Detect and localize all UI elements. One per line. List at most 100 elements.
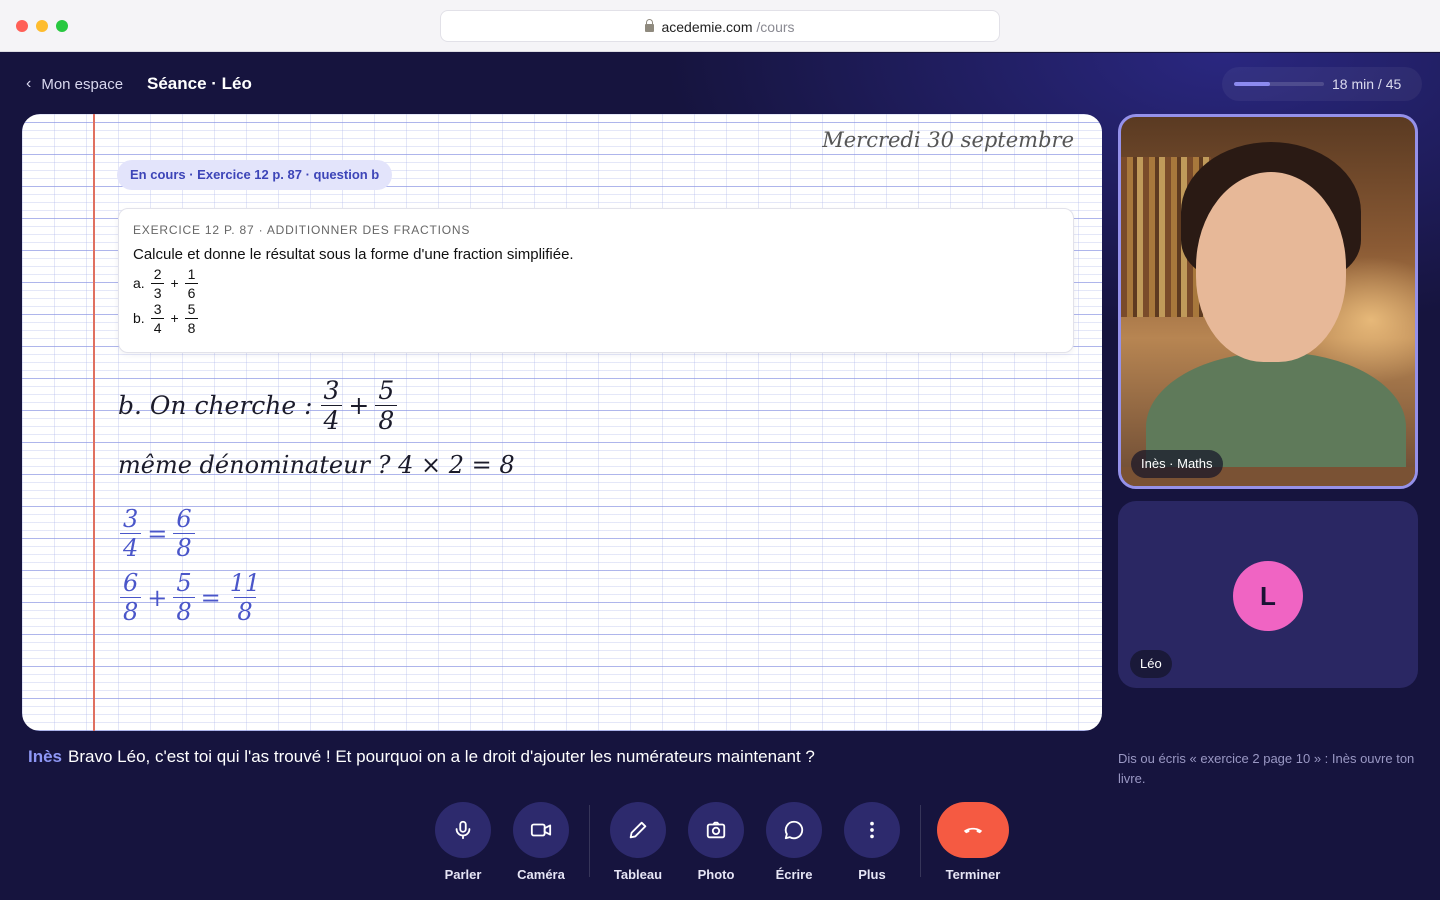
item-label: a. — [133, 275, 145, 291]
write-button-circle[interactable] — [766, 802, 822, 858]
mic-icon — [455, 820, 471, 840]
address-bar[interactable]: acedemie.com /cours — [440, 10, 1000, 42]
denominator: 8 — [234, 597, 256, 624]
divider — [920, 805, 921, 877]
back-label: Mon espace — [41, 75, 124, 93]
chat-icon — [784, 820, 804, 840]
progress-track — [1234, 82, 1324, 86]
progress-fill — [1234, 82, 1270, 86]
exercise-question: Calcule et donne le résultat sous la for… — [133, 246, 574, 263]
hangup-icon — [963, 827, 983, 834]
control-label: Parler — [444, 867, 482, 882]
student-name-badge: Léo — [1130, 650, 1172, 678]
status-badge: En cours · Exercice 12 p. 87 · question … — [117, 160, 393, 190]
exercise-item-a: a. 23 + 16 — [133, 265, 1059, 300]
chevron-left-icon: ‹ — [26, 75, 32, 92]
more-button[interactable]: Plus — [832, 802, 912, 882]
close-window-icon[interactable] — [16, 20, 28, 32]
handwriting-line-3: 34 = 68 — [120, 507, 195, 560]
fraction: 23 — [150, 265, 165, 300]
photo-icon — [706, 821, 726, 839]
teacher-video-tile[interactable]: Inès · Maths — [1118, 114, 1418, 489]
divider — [589, 805, 590, 877]
operator: + — [348, 391, 370, 420]
end-call-button[interactable]: Terminer — [933, 802, 1013, 882]
fraction: 34 — [120, 505, 142, 560]
exercise-item-b: b. 34 + 58 — [133, 300, 1059, 335]
caption-speaker: Inès — [28, 747, 63, 766]
back-link[interactable]: ‹ Mon espace — [26, 75, 123, 93]
teacher-face — [1196, 172, 1346, 362]
control-label: Tableau — [613, 867, 663, 882]
fraction: 58 — [375, 376, 398, 433]
whiteboard[interactable]: Mercredi 30 septembre En cours · Exercic… — [22, 114, 1102, 731]
more-icon — [870, 821, 874, 839]
numerator: 6 — [176, 505, 192, 533]
end-call-button-circle[interactable] — [937, 802, 1009, 858]
numerator: 6 — [123, 569, 139, 597]
exercise-card: EXERCICE 12 P. 87 · ADDITIONNER DES FRAC… — [118, 208, 1074, 353]
board-button[interactable]: Tableau — [598, 802, 678, 882]
denominator: 8 — [173, 597, 195, 624]
camera-button-circle[interactable] — [513, 802, 569, 858]
teacher-name-badge: Inès · Maths — [1131, 450, 1223, 478]
control-label: Caméra — [517, 867, 565, 882]
numerator: 2 — [153, 265, 162, 282]
item-label: b. — [133, 310, 145, 326]
avatar: L — [1233, 561, 1303, 631]
fraction: 11 8 — [227, 571, 264, 624]
denominator: 8 — [173, 533, 195, 560]
denominator: 8 — [375, 405, 398, 433]
numerator: 11 — [229, 569, 261, 597]
write-button[interactable]: Écrire — [754, 802, 834, 882]
url-domain: acedemie.com — [661, 19, 753, 35]
handwriting-line-1: b. On cherche : 34 + 58 — [118, 376, 398, 433]
student-video-tile[interactable]: L Léo — [1118, 501, 1418, 688]
handwriting-line-2: même dénominateur ? 4 × 2 = 8 — [118, 451, 515, 479]
numerator: 1 — [187, 265, 196, 282]
control-label: Terminer — [945, 867, 1001, 882]
photo-button-circle[interactable] — [688, 802, 744, 858]
page-title: Séance · Léo — [147, 74, 252, 93]
numerator: 5 — [378, 376, 395, 405]
fraction: 68 — [173, 505, 195, 560]
timer-text: 18 min / 45 — [1332, 76, 1402, 92]
numerator: 3 — [153, 300, 162, 317]
operator: + — [170, 310, 179, 326]
pencil-icon — [629, 821, 647, 839]
photo-button[interactable]: Photo — [676, 802, 756, 882]
denominator: 4 — [120, 533, 142, 560]
handwriting-line-4: 68 + 58 = 11 8 — [120, 571, 263, 624]
control-label: Écrire — [775, 867, 813, 882]
camera-button[interactable]: Caméra — [501, 802, 581, 882]
operator: + — [147, 583, 168, 612]
fraction: 34 — [150, 300, 165, 335]
speak-button-circle[interactable] — [435, 802, 491, 858]
more-button-circle[interactable] — [844, 802, 900, 858]
denominator: 4 — [320, 405, 343, 433]
control-label: Photo — [697, 867, 735, 882]
control-label: Plus — [858, 867, 886, 882]
speak-button[interactable]: Parler — [423, 802, 503, 882]
operator: = — [147, 519, 168, 548]
caption-text: Bravo Léo, c'est toi qui l'as trouvé ! E… — [68, 747, 815, 766]
maximize-window-icon[interactable] — [56, 20, 68, 32]
hint-text: Dis ou écris « exercice 2 page 10 » : In… — [1118, 751, 1415, 786]
numerator: 3 — [323, 376, 340, 405]
fraction: 16 — [184, 265, 199, 300]
numerator: 3 — [123, 505, 139, 533]
browser-toolbar: acedemie.com /cours — [0, 0, 1440, 52]
fraction: 58 — [173, 571, 195, 624]
app: ‹ Mon espace Séance · Léo 18 min / 45 Me… — [0, 53, 1440, 900]
url-path: /cours — [756, 19, 795, 35]
lock-icon — [645, 19, 655, 32]
denominator: 4 — [150, 317, 165, 335]
denominator: 6 — [184, 282, 199, 300]
denominator: 8 — [184, 317, 199, 335]
fraction: 34 — [320, 376, 343, 433]
denominator: 3 — [150, 282, 165, 300]
live-caption: Inès Bravo Léo, c'est toi qui l'as trouvé… — [28, 747, 815, 767]
board-button-circle[interactable] — [610, 802, 666, 858]
session-timer: 18 min / 45 — [1222, 67, 1422, 101]
minimize-window-icon[interactable] — [36, 20, 48, 32]
